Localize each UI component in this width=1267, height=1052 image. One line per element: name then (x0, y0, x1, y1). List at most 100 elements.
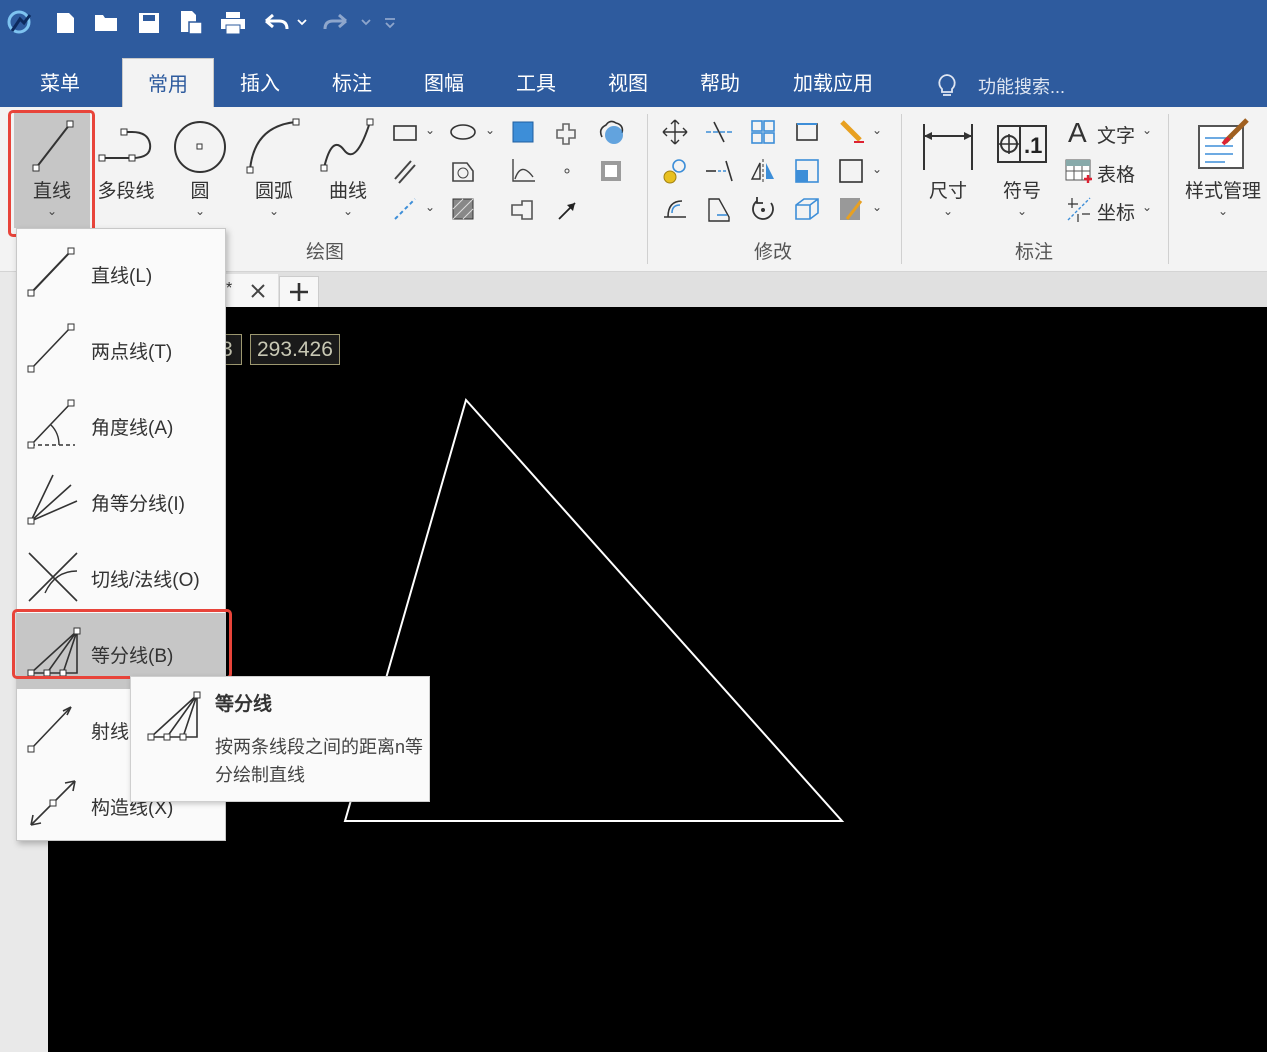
circle-icon (174, 121, 226, 173)
offset-icon[interactable] (792, 117, 822, 147)
chamfer-icon[interactable] (704, 194, 734, 224)
print-icon[interactable] (218, 8, 248, 38)
fill-region-icon[interactable] (508, 117, 538, 147)
svg-text:.1: .1 (1024, 133, 1042, 158)
chevron-down-icon[interactable]: ⌄ (1218, 205, 1228, 217)
chevron-down-icon[interactable]: ⌄ (1142, 123, 1152, 137)
unsaved-marker: * (226, 280, 233, 297)
chevron-down-icon[interactable]: ⌄ (425, 123, 435, 137)
menu-item-angle-bisector[interactable]: 角等分线(I) (17, 461, 225, 537)
app-logo-icon[interactable] (4, 8, 36, 38)
circle-button[interactable]: 圆 ⌄ (170, 112, 230, 217)
erase-icon[interactable] (836, 117, 866, 147)
tab-annotate[interactable]: 标注 (314, 58, 390, 107)
hatch-icon[interactable] (596, 156, 626, 186)
double-line-icon[interactable] (390, 156, 420, 186)
save-icon[interactable] (134, 8, 164, 38)
save-as-icon[interactable] (176, 8, 206, 38)
feature-search[interactable]: 功能搜索... (936, 68, 1065, 104)
polyline-button[interactable]: 多段线 (94, 112, 158, 203)
group-separator (901, 114, 902, 264)
tooltip-title: 等分线 (215, 694, 273, 715)
svg-text:A: A (1068, 117, 1087, 147)
curve-icon (320, 118, 374, 172)
arrow-leader-icon[interactable] (552, 194, 582, 224)
close-icon[interactable] (250, 283, 266, 299)
coordinate-icon[interactable] (1064, 194, 1094, 224)
menu-item-tangent-normal[interactable]: 切线/法线(O) (17, 537, 225, 613)
coordinate-label[interactable]: 坐标 (1097, 198, 1135, 225)
scale-icon[interactable] (792, 156, 822, 186)
dimension-button[interactable]: 尺寸 ⌄ (916, 112, 980, 217)
menu-item-label: 切线/法线(O) (91, 570, 200, 591)
two-point-line-icon (27, 323, 75, 373)
chevron-down-icon[interactable]: ⌄ (425, 200, 435, 214)
tab-view[interactable]: 视图 (590, 58, 666, 107)
table-icon[interactable] (1064, 156, 1094, 186)
array-icon[interactable] (748, 117, 778, 147)
polygon-icon[interactable] (448, 156, 478, 186)
chevron-down-icon[interactable]: ⌄ (485, 123, 495, 137)
tab-menu[interactable]: 菜单 (22, 58, 98, 107)
menu-item-angle-line[interactable]: 角度线(A) (17, 385, 225, 461)
fillet-icon[interactable] (660, 194, 690, 224)
tab-home[interactable]: 常用 (122, 58, 214, 107)
rotate-icon[interactable] (748, 194, 778, 224)
spline-graph-icon[interactable] (508, 156, 538, 186)
chevron-down-icon[interactable]: ⌄ (269, 205, 279, 217)
tab-addins[interactable]: 加载应用 (782, 58, 884, 107)
symbol-button[interactable]: .1 符号 ⌄ (990, 112, 1054, 217)
customize-toolbar-icon[interactable] (380, 8, 400, 38)
chevron-down-icon[interactable]: ⌄ (343, 205, 353, 217)
equal-division-line-icon (147, 691, 201, 741)
3d-box-icon[interactable] (792, 194, 822, 224)
document-tab[interactable]: * (226, 274, 278, 307)
rotate-copy-icon[interactable] (660, 156, 690, 186)
group-separator (1168, 114, 1169, 264)
style-manager-button[interactable]: 样式管理 ⌄ (1180, 112, 1266, 217)
curve-button[interactable]: 曲线 ⌄ (318, 112, 378, 217)
tab-frame[interactable]: 图幅 (406, 58, 482, 107)
dashed-line-icon[interactable] (390, 194, 420, 224)
new-file-icon[interactable] (50, 8, 80, 38)
menu-item-label: 两点线(T) (91, 342, 173, 363)
edit-properties-icon[interactable] (836, 194, 866, 224)
style-manager-label: 样式管理 (1184, 181, 1261, 202)
arc-label: 圆弧 (254, 181, 293, 202)
menu-item-two-point-line[interactable]: 两点线(T) (17, 309, 225, 385)
chevron-down-icon[interactable]: ⌄ (1017, 205, 1027, 217)
block-icon[interactable] (552, 117, 582, 147)
text-label[interactable]: 文字 (1097, 121, 1135, 148)
open-folder-icon[interactable] (92, 8, 122, 38)
chevron-down-icon[interactable]: ⌄ (872, 123, 882, 137)
extend-icon[interactable] (704, 156, 734, 186)
tab-insert[interactable]: 插入 (222, 58, 298, 107)
rectangle-icon[interactable] (390, 117, 420, 147)
trim-icon[interactable] (704, 117, 734, 147)
arc-button[interactable]: 圆弧 ⌄ (244, 112, 304, 217)
chevron-down-icon[interactable]: ⌄ (872, 200, 882, 214)
point-icon[interactable] (552, 156, 582, 186)
table-label[interactable]: 表格 (1097, 160, 1135, 187)
bolt-icon[interactable] (508, 194, 538, 224)
add-tab-button[interactable] (279, 276, 319, 307)
undo-icon[interactable] (260, 8, 308, 38)
redo-icon[interactable] (320, 8, 376, 38)
move-icon[interactable] (660, 117, 690, 147)
revision-cloud-icon[interactable] (596, 117, 626, 147)
chevron-down-icon[interactable]: ⌄ (1142, 200, 1152, 214)
chevron-down-icon[interactable]: ⌄ (943, 205, 953, 217)
coordinate-y-field[interactable]: 293.426 (250, 334, 340, 365)
tooltip: 等分线 按两条线段之间的距离n等分绘制直线 (130, 676, 430, 802)
tab-help[interactable]: 帮助 (682, 58, 758, 107)
tab-tools[interactable]: 工具 (498, 58, 574, 107)
text-icon[interactable]: A (1064, 117, 1094, 147)
mirror-icon[interactable] (748, 156, 778, 186)
menu-item-line[interactable]: 直线(L) (17, 233, 225, 309)
hatch-area-icon[interactable] (448, 194, 478, 224)
chevron-down-icon[interactable]: ⌄ (195, 205, 205, 217)
chevron-down-icon[interactable]: ⌄ (872, 162, 882, 176)
ellipse-icon[interactable] (448, 117, 478, 147)
line-button-highlight (8, 110, 95, 237)
stretch-icon[interactable] (836, 156, 866, 186)
